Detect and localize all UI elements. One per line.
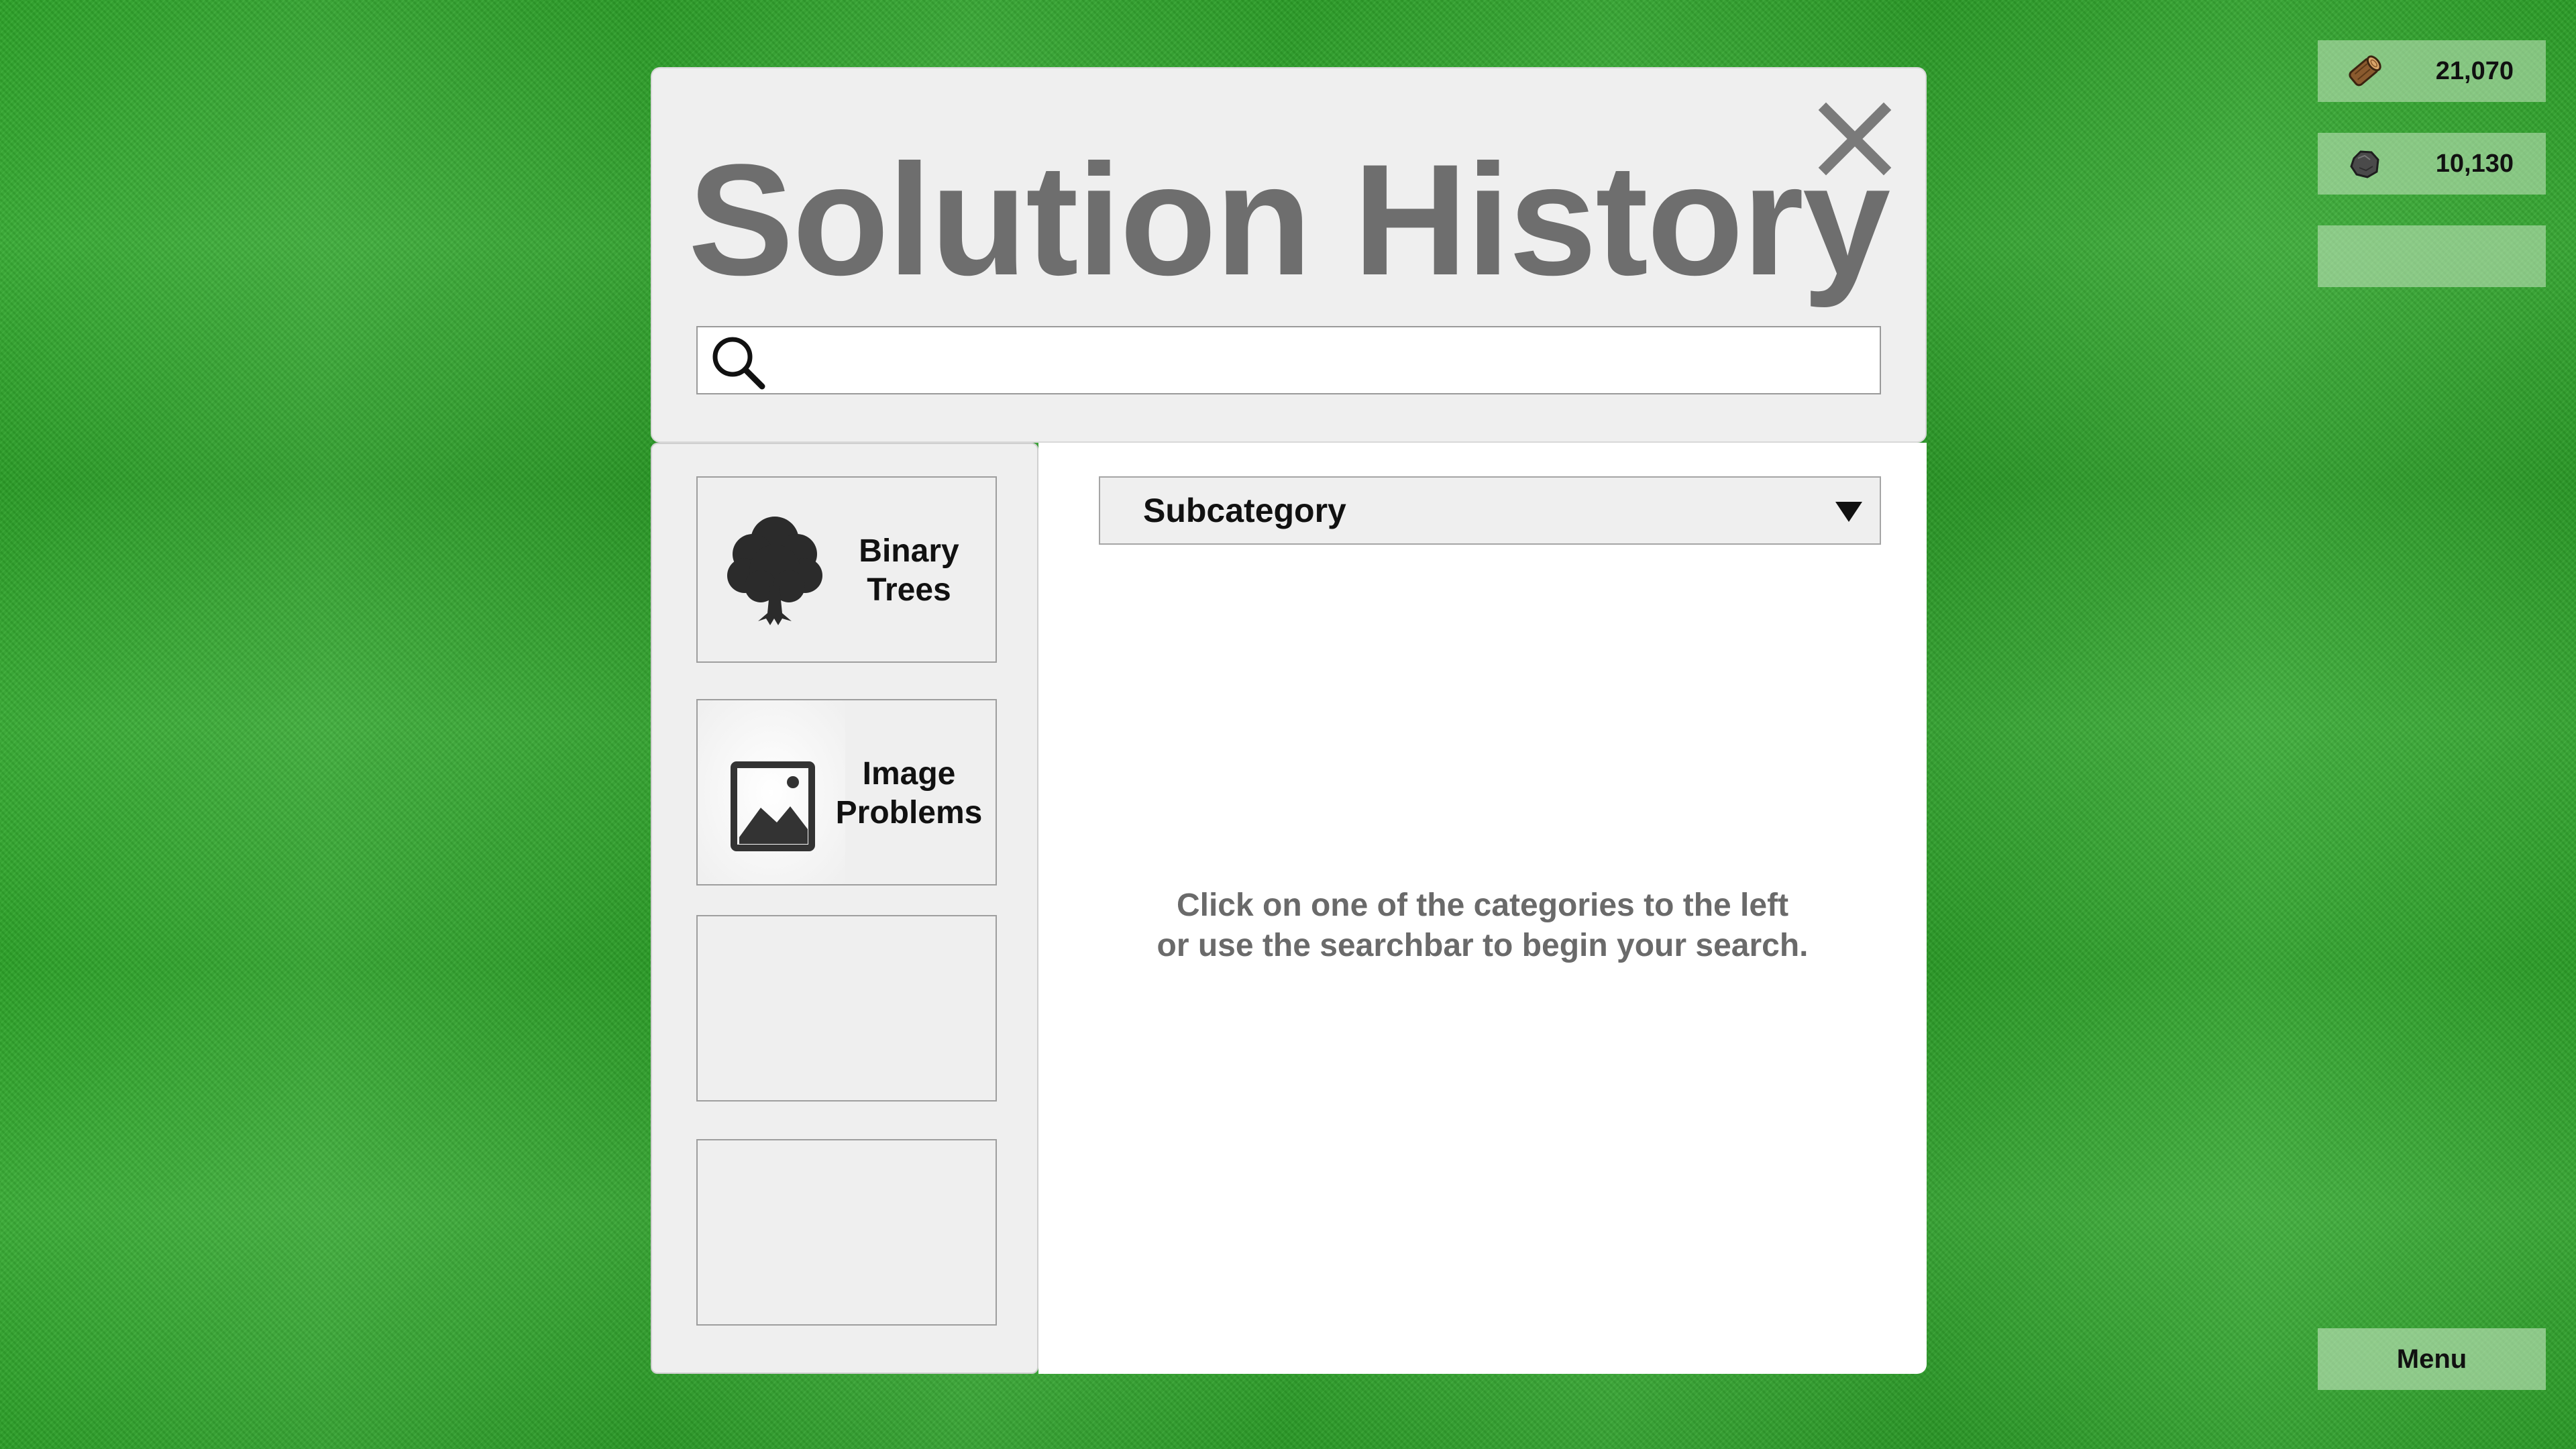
image-icon (731, 761, 815, 851)
stone-count: 10,130 (2435, 150, 2514, 178)
category-label: Binary Trees (825, 478, 993, 664)
hint-line-2: or use the searchbar to begin your searc… (1157, 928, 1809, 963)
close-icon[interactable] (1818, 102, 1892, 176)
category-binary-trees[interactable]: Binary Trees (696, 476, 997, 663)
wood-count: 21,070 (2435, 57, 2514, 85)
chevron-down-icon (1835, 502, 1862, 522)
solution-history-header: Solution History (651, 67, 1927, 443)
resource-empty-slot (2318, 225, 2546, 287)
search-bar (696, 326, 1881, 394)
wood-log-icon (2349, 55, 2381, 87)
category-label-line1: Binary (859, 533, 959, 570)
menu-button[interactable]: Menu (2318, 1328, 2546, 1390)
results-panel: Subcategory Click on one of the categori… (1038, 443, 1927, 1374)
resource-stone: 10,130 (2318, 133, 2546, 195)
category-label (825, 916, 993, 1103)
category-empty-slot[interactable] (696, 915, 997, 1102)
category-panel: Binary Trees Image Problems (651, 443, 1038, 1374)
search-icon (712, 337, 765, 390)
empty-state-hint: Click on one of the categories to the le… (1038, 885, 1927, 966)
subcategory-label: Subcategory (1143, 492, 1346, 529)
resource-wood: 21,070 (2318, 40, 2546, 102)
category-label-line2: Problems (835, 795, 983, 830)
category-label-line1: Image (862, 756, 956, 792)
category-label: Image Problems (825, 700, 993, 887)
tree-icon (727, 517, 822, 625)
stone-icon (2350, 150, 2379, 178)
category-label-line2: Trees (867, 572, 951, 608)
subcategory-dropdown[interactable]: Subcategory (1099, 476, 1881, 545)
category-label (825, 1140, 993, 1327)
search-input[interactable] (778, 327, 1868, 394)
category-image-problems[interactable]: Image Problems (696, 699, 997, 885)
category-empty-slot[interactable] (696, 1139, 997, 1326)
hint-line-1: Click on one of the categories to the le… (1176, 888, 1789, 923)
page-title: Solution History (688, 131, 1890, 309)
